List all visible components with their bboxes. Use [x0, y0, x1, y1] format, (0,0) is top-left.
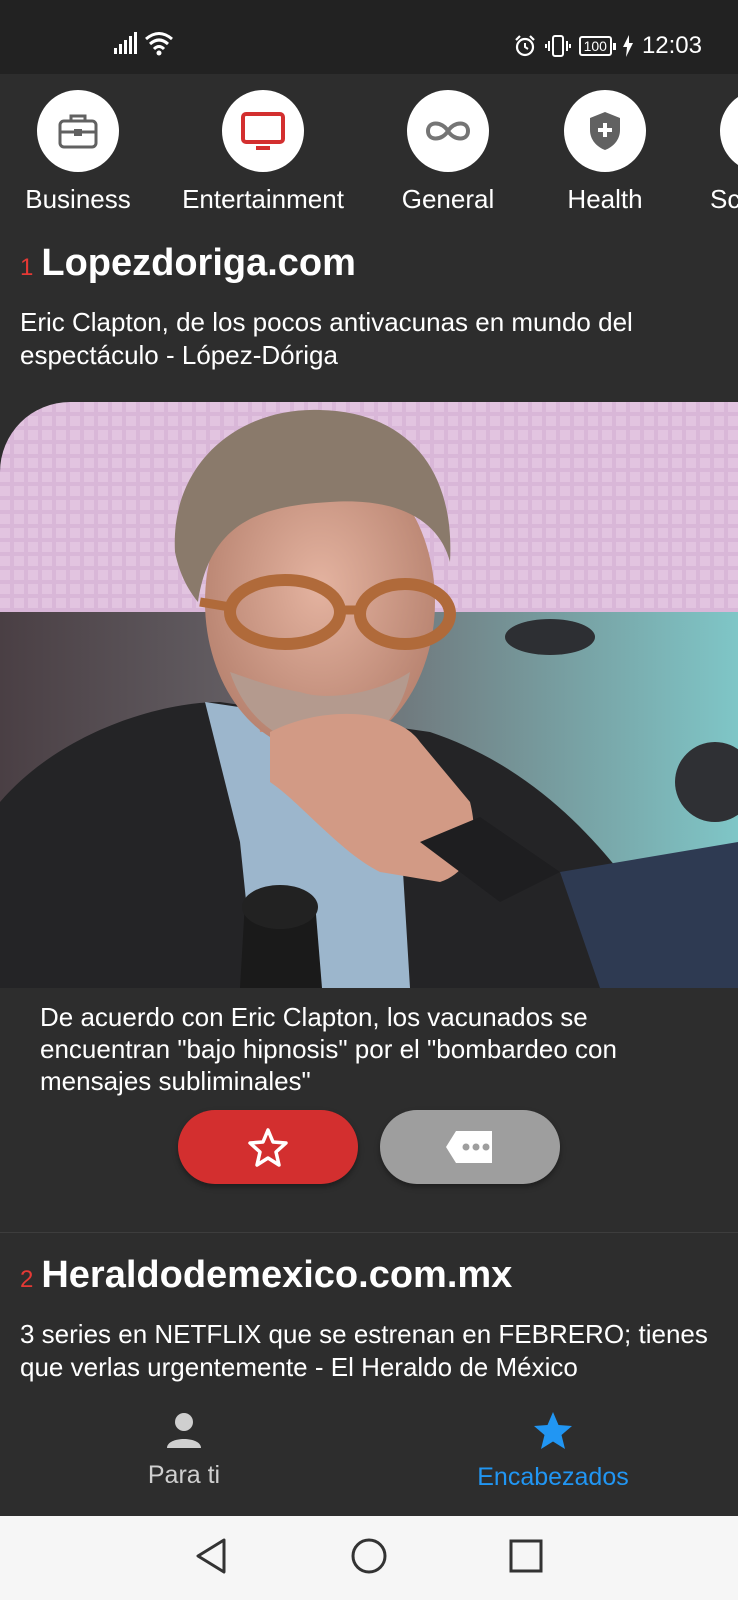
infinity-icon	[407, 90, 489, 172]
system-navigation-bar	[0, 1516, 738, 1600]
vibrate-icon	[544, 35, 571, 57]
star-icon	[534, 1412, 572, 1449]
category-label: General	[401, 184, 495, 214]
article-description: De acuerdo con Eric Clapton, los vacunad…	[40, 1002, 617, 1096]
signal-icon	[114, 32, 137, 54]
article-rank: 1	[20, 254, 34, 281]
bottom-navigation: Para ti Encabezados	[0, 1400, 738, 1516]
recents-icon[interactable]	[506, 1536, 546, 1576]
science-icon	[720, 90, 738, 172]
article-divider	[0, 1232, 738, 1233]
status-bar: 100 12:03	[0, 0, 738, 74]
category-science[interactable]: Sc	[700, 90, 738, 215]
alarm-icon	[514, 35, 535, 57]
article-source[interactable]: Heraldodemexico.com.mx	[41, 1254, 512, 1297]
home-icon[interactable]	[349, 1536, 389, 1576]
article-headline[interactable]: Eric Clapton, de los pocos antivacunas e…	[20, 306, 720, 372]
tab-encabezados[interactable]: Encabezados	[433, 1410, 673, 1492]
category-bar[interactable]: Business Entertainment General Health Sc	[0, 74, 738, 224]
category-health[interactable]: Health	[545, 90, 665, 215]
category-general[interactable]: General	[388, 90, 508, 215]
battery-icon: 100	[578, 36, 617, 56]
comment-button[interactable]	[380, 1110, 560, 1184]
category-label: Sc	[710, 184, 738, 214]
wifi-icon	[145, 32, 173, 56]
article-2-header[interactable]: 2 Heraldodemexico.com.mx	[20, 1254, 512, 1297]
category-entertainment[interactable]: Entertainment	[168, 90, 358, 215]
clock: 12:03	[641, 32, 702, 59]
comment-dots-icon	[446, 1131, 492, 1163]
category-label: Entertainment	[182, 184, 344, 214]
battery-level: 100	[583, 38, 607, 54]
back-icon[interactable]	[192, 1536, 232, 1576]
article-1-header[interactable]: 1 Lopezdoriga.com	[20, 242, 356, 285]
article-image[interactable]	[0, 402, 738, 988]
person-icon	[167, 1413, 201, 1448]
category-label: Health	[567, 184, 643, 214]
category-business[interactable]: Business	[18, 90, 138, 215]
article-source[interactable]: Lopezdoriga.com	[41, 242, 356, 285]
favorite-button[interactable]	[178, 1110, 358, 1184]
star-outline-icon	[248, 1128, 288, 1167]
tab-label: Encabezados	[477, 1463, 629, 1491]
category-label: Business	[25, 184, 131, 214]
briefcase-icon	[37, 90, 119, 172]
tab-label: Para ti	[147, 1461, 221, 1489]
charging-icon	[622, 35, 633, 57]
article-rank: 2	[20, 1266, 34, 1293]
article-headline[interactable]: 3 series en NETFLIX que se estrenan en F…	[20, 1318, 720, 1384]
tab-para-ti[interactable]: Para ti	[64, 1410, 304, 1490]
shield-plus-icon	[564, 90, 646, 172]
tv-icon	[222, 90, 304, 172]
